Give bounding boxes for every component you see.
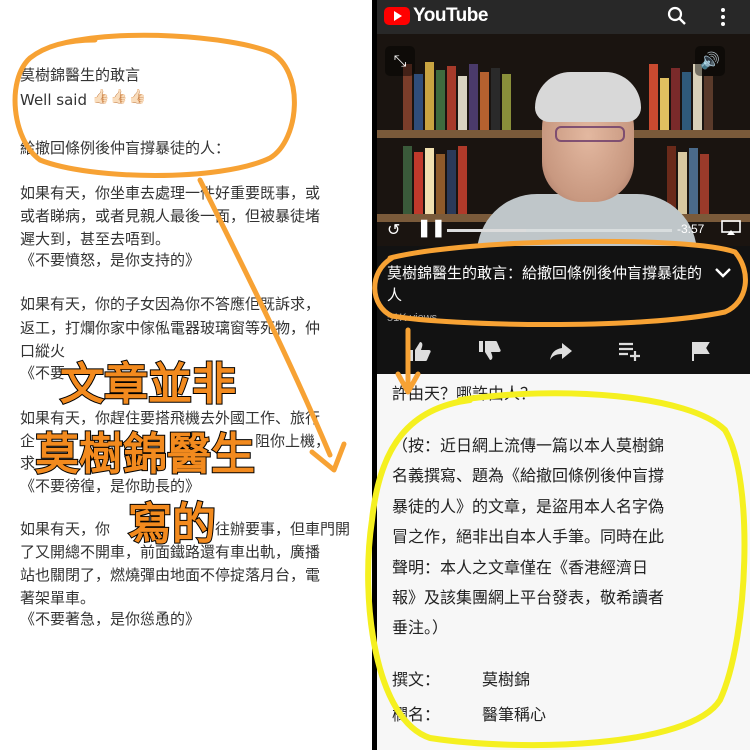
book xyxy=(458,146,467,214)
book xyxy=(689,148,698,214)
book xyxy=(682,72,691,130)
article-line: 報》及該集團網上平台發表，敬希讀者 xyxy=(392,588,665,607)
overlay-claim-line1: 文章並非 xyxy=(59,358,237,411)
replay-10-icon[interactable]: ↺ xyxy=(387,220,400,240)
pause-icon[interactable]: ❚❚ xyxy=(417,218,446,238)
book xyxy=(671,68,680,130)
book xyxy=(502,74,511,130)
post-line: 如果有天，你坐車去處理一件好重要既事，或 xyxy=(20,184,321,202)
post-line: 《不要著急，是你慫恿的》 xyxy=(20,610,201,628)
post-line-tail: 往辦要事，但車門開 xyxy=(215,520,351,538)
post-line-tail: 阻你上機， xyxy=(255,432,331,450)
video-player[interactable]: ⤡ 🔊 ↺ ❚❚ -3:57 xyxy=(377,34,750,246)
book xyxy=(458,76,467,130)
progress-bar[interactable] xyxy=(447,229,672,232)
book xyxy=(660,78,669,130)
post-line: 站也關閉了，燃燒彈由地面不停掟落月台，電 xyxy=(20,566,321,584)
book xyxy=(436,154,445,214)
thumbs-up-icon: 👍🏻👍🏻👍🏻 xyxy=(92,89,148,105)
article-line: 名義撰寫、題為《給撤回條例後仲盲撐 xyxy=(392,466,665,485)
add-to-playlist-icon[interactable] xyxy=(617,340,643,362)
youtube-brand[interactable]: YouTube xyxy=(413,5,488,27)
book xyxy=(414,74,423,130)
overlay-claim-line3: 寫的 xyxy=(127,498,217,551)
author-name: 莫樹錦 xyxy=(482,670,531,689)
video-title: 莫樹錦醫生的敢言：給撤回條例後仲盲撐暴徒的人 xyxy=(387,264,703,304)
youtube-panel: YouTube ⤡ 🔊 ↺ ❚❚ -3:57 莫樹錦醫生的敢言：給撤回條例後仲盲… xyxy=(377,0,750,750)
article-excerpt: 許由天？哪許由人？ （按：近日網上流傳一篇以本人莫樹錦 名義撰寫、題為《給撤回條… xyxy=(377,374,750,750)
pen-name-label: 欄名： xyxy=(392,705,441,724)
dislike-icon[interactable] xyxy=(477,340,503,362)
article-line: 暴徒的人》的文章，是盜用本人名字偽 xyxy=(392,497,665,516)
volume-icon[interactable]: 🔊 xyxy=(695,46,725,76)
like-icon[interactable] xyxy=(407,340,433,362)
fullscreen-icon[interactable]: ⤡ xyxy=(385,46,415,76)
book xyxy=(480,72,489,130)
book xyxy=(491,68,500,130)
book xyxy=(414,152,423,214)
progress-bar-fill xyxy=(447,229,526,232)
book xyxy=(704,76,713,130)
book xyxy=(447,150,456,214)
article-heading-line: 許由天？哪許由人？ xyxy=(392,384,537,403)
pen-name: 醫筆稱心 xyxy=(482,705,547,724)
post-intro: 給撤回條例後仲盲撐暴徒的人： xyxy=(20,139,231,157)
article-line: （按：近日網上流傳一篇以本人莫樹錦 xyxy=(392,436,665,455)
post-line: 《不要憤怒，是你支持的》 xyxy=(20,251,201,269)
search-icon[interactable] xyxy=(667,6,687,26)
article-line: 聲明：本人之文章僅在《香港經濟日 xyxy=(392,558,649,577)
overlay-claim-line2: 莫樹錦醫生 xyxy=(34,428,256,481)
video-info: 莫樹錦醫生的敢言：給撤回條例後仲盲撐暴徒的人 51K views xyxy=(377,246,750,374)
article-line: 冒之作，絕非出自本人手筆。同時在此 xyxy=(392,527,665,546)
view-count: 51K views xyxy=(387,312,438,324)
presenter-glasses xyxy=(555,126,625,142)
youtube-header: YouTube xyxy=(377,0,750,34)
author-label: 撰文： xyxy=(392,670,441,689)
youtube-logo-icon[interactable] xyxy=(384,7,410,25)
post-line: 返工，打爛你家中傢俬電器玻璃窗等死物，仲 xyxy=(20,319,321,337)
book xyxy=(425,62,434,130)
book xyxy=(469,64,478,130)
book xyxy=(403,146,412,214)
share-icon[interactable] xyxy=(548,340,574,362)
post-line: 著架單車。 xyxy=(20,589,96,607)
post-well-said: Well said xyxy=(20,91,87,109)
post-line: 企 xyxy=(20,432,36,450)
post-line: 或者睇病，或者見親人最後一面，但被暴徒堵 xyxy=(20,207,321,225)
more-vert-icon[interactable] xyxy=(717,6,729,28)
post-line: 《不要 xyxy=(20,364,66,382)
post-title: 莫樹錦醫生的敢言 xyxy=(20,66,141,84)
article-line: 垂注。） xyxy=(392,618,449,637)
flag-icon[interactable] xyxy=(688,340,714,362)
presenter-hair xyxy=(535,72,641,122)
post-line: 口縱火 xyxy=(20,342,66,360)
post-line: 遲大到，甚至去唔到。 xyxy=(20,230,171,248)
post-line: 如果有天，你 xyxy=(20,520,111,538)
book xyxy=(678,152,687,214)
cast-icon[interactable] xyxy=(721,220,741,236)
book xyxy=(700,154,709,214)
book xyxy=(425,148,434,214)
time-remaining: -3:57 xyxy=(677,222,705,236)
book xyxy=(649,64,658,130)
post-line: 求 xyxy=(20,454,36,472)
book xyxy=(436,70,445,130)
chevron-down-icon[interactable] xyxy=(714,266,732,280)
post-line: 如果有天，你的子女因為你不答應佢既訴求， xyxy=(20,295,321,313)
book xyxy=(447,66,456,130)
